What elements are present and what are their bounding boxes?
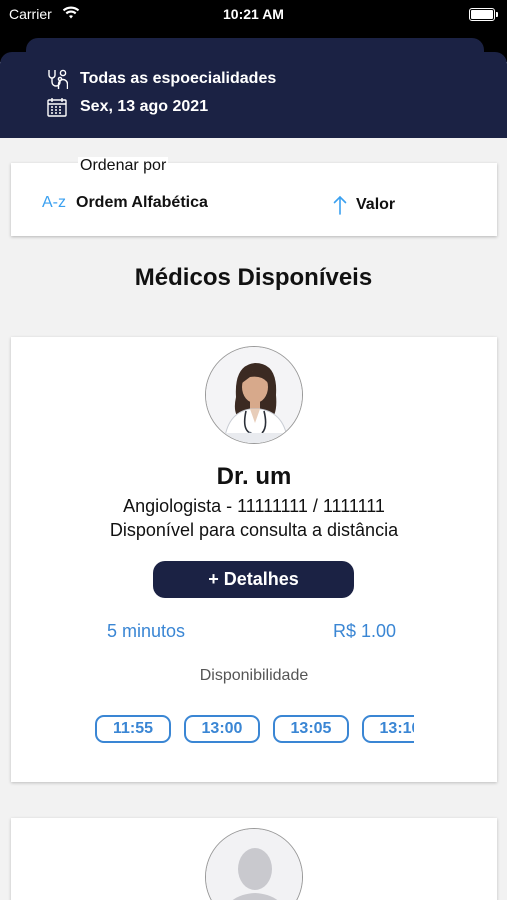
doctor-photo — [206, 347, 302, 443]
specialty-label: Todas as espoecialidades — [80, 70, 277, 87]
time-slots-scroller[interactable]: 11:55 13:00 13:05 13:10 — [95, 715, 414, 743]
battery-level — [471, 10, 493, 19]
status-bar: Carrier 10:21 AM — [0, 0, 507, 32]
availability-label: Disponibilidade — [199, 667, 309, 684]
person-placeholder-icon — [206, 829, 302, 900]
date-filter[interactable]: Sex, 13 ago 2021 — [46, 95, 208, 119]
time-slot[interactable]: 13:00 — [184, 715, 260, 743]
details-button[interactable]: + Detalhes — [153, 561, 354, 598]
doctor-card[interactable] — [11, 818, 497, 900]
time-slot[interactable]: 13:05 — [273, 715, 349, 743]
screen: Carrier 10:21 AM Todas as espoecialidade… — [0, 0, 507, 900]
doctor-avatar — [205, 346, 303, 444]
arrow-up-icon — [333, 195, 347, 215]
doctor-name: Dr. um — [216, 463, 292, 490]
time-slots: 11:55 13:00 13:05 13:10 — [95, 715, 414, 743]
doctor-availability-text: Disponível para consulta a distância — [109, 520, 399, 540]
date-label: Sex, 13 ago 2021 — [80, 98, 209, 115]
section-title: Médicos Disponíveis — [134, 264, 373, 291]
calendar-icon — [47, 98, 67, 117]
sort-value-option[interactable]: Valor — [332, 194, 395, 216]
clock: 10:21 AM — [223, 6, 284, 22]
doctor-specialty: Angiologista - 11111111 / 1111111 — [123, 496, 385, 516]
time-slot[interactable]: 11:55 — [95, 715, 171, 743]
sort-value-label: Valor — [356, 196, 396, 213]
doctor-card[interactable]: Dr. um Angiologista - 11111111 / 1111111… — [11, 337, 497, 782]
sort-alphabetical-option[interactable]: A-z Ordem Alfabética — [42, 194, 208, 212]
consultation-price: R$ 1.00 — [333, 621, 397, 641]
sort-alphabetical-label: Ordem Alfabética — [76, 194, 208, 211]
alphabetical-sort-icon: A-z — [42, 194, 66, 211]
consultation-duration: 5 minutos — [107, 621, 186, 641]
time-slot[interactable]: 13:10 — [362, 715, 414, 743]
doctor-avatar — [205, 828, 303, 900]
specialty-filter[interactable]: Todas as espoecialidades — [46, 67, 276, 91]
filter-header[interactable]: Todas as espoecialidades Sex, 13 ago 202… — [0, 52, 507, 138]
sort-title: Ordenar por — [78, 157, 169, 175]
doctor-stethoscope-icon — [48, 69, 68, 89]
battery-cap — [496, 12, 498, 17]
battery-icon — [469, 8, 498, 21]
